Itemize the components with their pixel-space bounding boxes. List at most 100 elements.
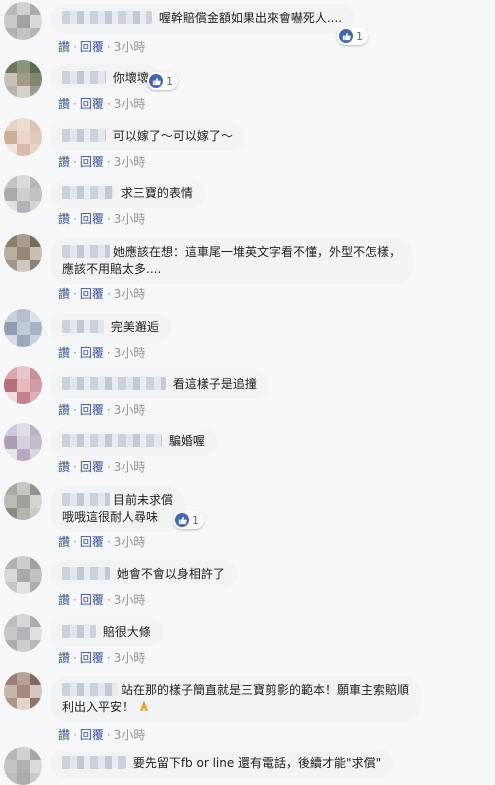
comment-actions: 讚 · 回覆 · 3小時 — [58, 344, 145, 361]
timestamp[interactable]: 3小時 — [114, 153, 146, 170]
timestamp[interactable]: 3小時 — [114, 591, 146, 608]
reaction-badge[interactable]: 1 — [173, 511, 204, 529]
reaction-badge[interactable]: 1 — [147, 72, 178, 90]
author-name[interactable] — [62, 683, 118, 696]
like-link[interactable]: 讚 — [58, 458, 70, 475]
author-name[interactable] — [62, 377, 166, 390]
comment-actions: 讚 · 回覆 · 3小時 — [58, 458, 145, 475]
separator: · — [73, 593, 77, 607]
comment-actions: 讚 · 回覆 · 3小時 — [58, 533, 145, 550]
reply-link[interactable]: 回覆 — [80, 649, 104, 666]
comment-text: 賠很大條 — [102, 625, 151, 639]
comment-actions: 讚 · 回覆 · 3小時 — [58, 153, 145, 170]
comment-bubble: 賠很大條 — [50, 618, 163, 647]
reply-link[interactable]: 回覆 — [80, 726, 104, 743]
comment-text-line2: 應該不用賠太多.... — [62, 262, 162, 276]
separator: · — [106, 287, 111, 301]
folded-hands-icon — [139, 701, 148, 711]
like-link[interactable]: 讚 — [58, 95, 70, 112]
like-link[interactable]: 讚 — [58, 344, 70, 361]
separator: · — [73, 212, 77, 226]
timestamp[interactable]: 3小時 — [114, 38, 146, 55]
like-link[interactable]: 讚 — [58, 649, 70, 666]
author-name[interactable] — [62, 71, 106, 84]
author-name[interactable] — [62, 186, 114, 199]
comment-actions: 讚 · 回覆 · 3小時 — [58, 401, 145, 418]
timestamp[interactable]: 3小時 — [114, 401, 146, 418]
separator: · — [106, 346, 111, 360]
avatar[interactable] — [4, 672, 42, 710]
like-link[interactable]: 讚 — [58, 401, 70, 418]
comment-bubble: 要先留下fb or line 還有電話，後續才能"求償" — [50, 749, 394, 778]
avatar[interactable] — [4, 309, 42, 347]
separator: · — [73, 287, 77, 301]
author-name[interactable] — [62, 625, 96, 638]
avatar[interactable] — [4, 2, 42, 40]
timestamp[interactable]: 3小時 — [114, 726, 146, 743]
author-name[interactable] — [62, 245, 110, 258]
comment-actions: 讚 · 回覆 · 3小時 — [58, 649, 145, 666]
comment-text-line1: 站在那的樣子簡直就是三寶剪影的範本！願車主索賠順 — [121, 683, 410, 697]
timestamp[interactable]: 3小時 — [114, 458, 146, 475]
separator: · — [106, 403, 111, 417]
like-link[interactable]: 讚 — [58, 591, 70, 608]
author-name[interactable] — [62, 756, 126, 769]
reply-link[interactable]: 回覆 — [80, 95, 104, 112]
reply-link[interactable]: 回覆 — [80, 210, 104, 227]
avatar[interactable] — [4, 614, 42, 652]
reply-link[interactable]: 回覆 — [80, 591, 104, 608]
like-link[interactable]: 讚 — [58, 285, 70, 302]
separator: · — [106, 728, 111, 742]
like-link[interactable]: 讚 — [58, 533, 70, 550]
separator: · — [106, 460, 111, 474]
avatar[interactable] — [4, 175, 42, 213]
avatar[interactable] — [4, 118, 42, 156]
avatar[interactable] — [4, 747, 42, 785]
comment-bubble: 站在那的樣子簡直就是三寶剪影的範本！願車主索賠順 利出入平安！ — [50, 676, 422, 722]
author-name[interactable] — [62, 567, 110, 580]
reply-link[interactable]: 回覆 — [80, 458, 104, 475]
avatar[interactable] — [4, 556, 42, 594]
avatar[interactable] — [4, 60, 42, 98]
like-link[interactable]: 讚 — [58, 210, 70, 227]
timestamp[interactable]: 3小時 — [114, 95, 146, 112]
timestamp[interactable]: 3小時 — [114, 285, 146, 302]
comment-bubble: 看這樣子是追撞 — [50, 370, 269, 399]
avatar[interactable] — [4, 234, 42, 272]
comment-bubble: 你壞壞 — [50, 64, 161, 93]
separator: · — [73, 97, 77, 111]
reply-link[interactable]: 回覆 — [80, 285, 104, 302]
like-link[interactable]: 讚 — [58, 38, 70, 55]
timestamp[interactable]: 3小時 — [114, 210, 146, 227]
comment-actions: 讚 · 回覆 · 3小時 — [58, 210, 145, 227]
comment-bubble: 可以嫁了～可以嫁了～ — [50, 122, 245, 151]
author-name[interactable] — [62, 434, 162, 447]
author-name[interactable] — [62, 493, 110, 506]
like-link[interactable]: 讚 — [58, 726, 70, 743]
comment-text: 完美邂逅 — [110, 320, 159, 334]
comment-text-line2: 哦哦這很耐人尋味 — [62, 510, 159, 524]
avatar[interactable] — [4, 482, 42, 520]
avatar[interactable] — [4, 366, 42, 404]
reply-link[interactable]: 回覆 — [80, 533, 104, 550]
timestamp[interactable]: 3小時 — [114, 649, 146, 666]
reply-link[interactable]: 回覆 — [80, 401, 104, 418]
separator: · — [106, 212, 111, 226]
timestamp[interactable]: 3小時 — [114, 344, 146, 361]
reply-link[interactable]: 回覆 — [80, 344, 104, 361]
separator: · — [73, 651, 77, 665]
separator: · — [73, 403, 77, 417]
comment-text: 喔幹賠償金額如果出來會嚇死人.... — [158, 11, 343, 25]
timestamp[interactable]: 3小時 — [114, 533, 146, 550]
comment-text: 求三寶的表情 — [120, 186, 193, 200]
reaction-badge[interactable]: 1 — [337, 27, 368, 45]
avatar[interactable] — [4, 423, 42, 461]
separator: · — [73, 535, 77, 549]
reply-link[interactable]: 回覆 — [80, 38, 104, 55]
author-name[interactable] — [62, 11, 152, 24]
comment-bubble: 她應該在想：這車尾一堆英文字看不懂，外型不怎樣， 應該不用賠太多.... — [50, 238, 414, 284]
author-name[interactable] — [62, 129, 106, 142]
like-link[interactable]: 讚 — [58, 153, 70, 170]
reply-link[interactable]: 回覆 — [80, 153, 104, 170]
author-name[interactable] — [62, 320, 104, 333]
